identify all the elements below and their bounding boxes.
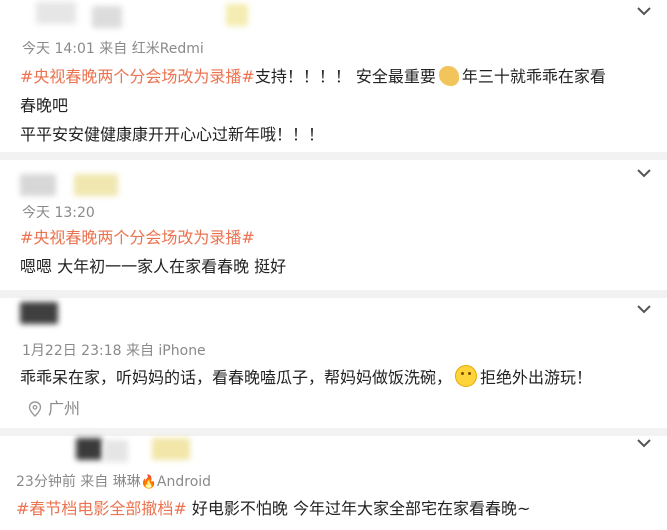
blurred-badge-2 [74, 174, 118, 196]
topic-hashtag[interactable]: #春节档电影全部撤档# [16, 499, 187, 518]
blurred-username-2 [20, 174, 56, 196]
text-line: 嗯嗯 大年初一一家人在家看春晚 挺好 [20, 257, 287, 276]
smiling-face-emoji [455, 365, 478, 387]
weibo-comment-3: 1月22日 23:18 来自 iPhone 乖乖呆在家，听妈妈的话，看春晚嗑瓜子… [0, 298, 667, 428]
topic-hashtag[interactable]: #央视春晚两个分会场改为录播# [20, 67, 255, 86]
meta-text: Android [156, 474, 212, 490]
divider [0, 152, 667, 160]
location-pin-icon [28, 401, 42, 417]
divider [0, 290, 667, 298]
blurred-username-1b [92, 6, 122, 28]
post-meta: 23分钟前 来自 琳琳🔥Android [16, 471, 211, 491]
text-line: 平平安安健健康康开开心心过新年哦！！！ [20, 125, 325, 144]
post-text: 乖乖呆在家，听妈妈的话，看春晚嗑瓜子，帮妈妈做饭洗碗， 拒绝外出游玩！ [20, 363, 649, 392]
weibo-comment-1: 今天 14:01 来自 红米Redmi #央视春晚两个分会场改为录播#支持！！！… [0, 0, 667, 152]
text-segment: 拒绝外出游玩！ [480, 368, 593, 387]
location-tag[interactable]: 广州 [28, 395, 80, 419]
post-text: #央视春晚两个分会场改为录播#支持！！！！ 安全最重要 年三十就乖乖在家看 春晚吧… [20, 62, 649, 149]
divider [0, 428, 667, 436]
flexed-biceps-emoji [438, 66, 459, 86]
post-meta: 今天 14:01 来自 红米Redmi [22, 41, 204, 57]
weibo-comment-2: 今天 13:20 #央视春晚两个分会场改为录播# 嗯嗯 大年初一一家人在家看春晚… [0, 160, 667, 290]
topic-hashtag[interactable]: #央视春晚两个分会场改为录播# [20, 223, 649, 252]
blurred-username-1 [36, 2, 76, 24]
text-segment: 支持！！！！ 安全最重要 [254, 67, 436, 86]
blurred-username-4 [76, 438, 102, 460]
chevron-down-icon[interactable] [635, 4, 653, 18]
text-segment: 好电影不怕晚 今年过年大家全部宅在家看春晚~ [191, 499, 531, 518]
post-meta: 1月22日 23:18 来自 iPhone [22, 343, 206, 359]
post-meta: 今天 13:20 [22, 205, 95, 221]
weibo-comment-4: 23分钟前 来自 琳琳🔥Android #春节档电影全部撤档# 好电影不怕晚 今… [0, 436, 667, 530]
fire-emoji: 🔥 [140, 475, 157, 490]
blurred-username-4b [104, 440, 128, 462]
blurred-username-3 [20, 302, 58, 324]
text-segment: 乖乖呆在家，听妈妈的话，看春晚嗑瓜子，帮妈妈做饭洗碗， [20, 368, 453, 387]
blurred-badge-1 [226, 4, 248, 26]
meta-text: 23分钟前 来自 琳琳 [16, 474, 141, 490]
location-label: 广州 [48, 399, 81, 418]
chevron-down-icon[interactable] [635, 166, 653, 180]
chevron-down-icon[interactable] [635, 302, 653, 316]
post-text: #央视春晚两个分会场改为录播# 嗯嗯 大年初一一家人在家看春晚 挺好 [20, 223, 649, 281]
chevron-down-icon[interactable] [635, 436, 653, 450]
post-text: #春节档电影全部撤档# 好电影不怕晚 今年过年大家全部宅在家看春晚~ [16, 494, 649, 523]
text-line: 春晚吧 [20, 96, 69, 115]
blurred-badge-4 [152, 438, 190, 460]
text-segment: 年三十就乖乖在家看 [461, 67, 606, 86]
